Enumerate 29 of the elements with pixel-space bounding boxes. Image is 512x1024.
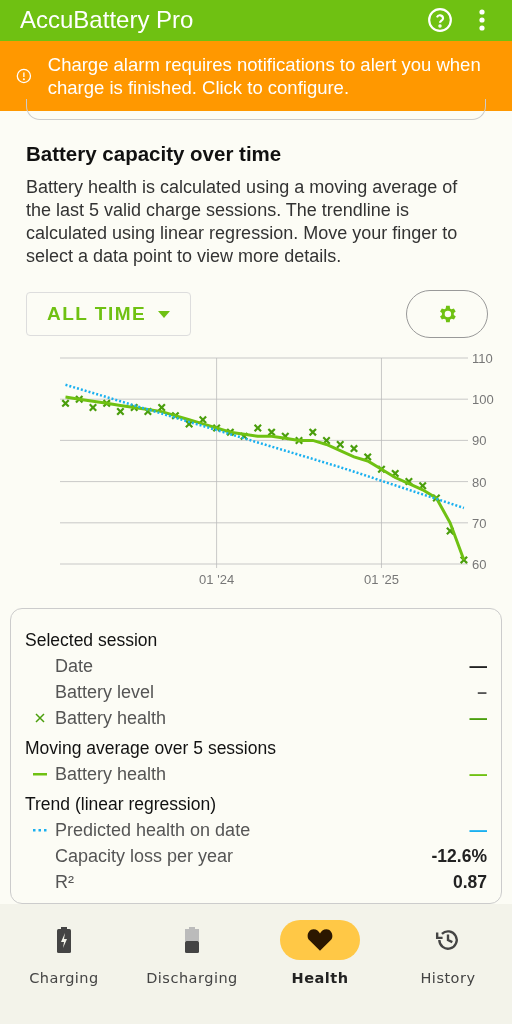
- legend-group-title: Moving average over 5 sessions: [25, 737, 277, 761]
- axis-label: 100: [472, 392, 494, 408]
- legend-value: —: [469, 707, 487, 729]
- app-title: AccuBattery Pro: [20, 6, 195, 35]
- legend-label: R²: [55, 871, 75, 893]
- axis-label: 80: [472, 474, 487, 490]
- legend-label: Battery health: [55, 763, 168, 785]
- legend-label: Capacity loss per year: [55, 845, 235, 867]
- legend-label: Battery level: [55, 681, 156, 703]
- legend-value: —: [469, 819, 487, 841]
- axis-label: 70: [472, 516, 487, 531]
- legend-value: —: [469, 655, 487, 677]
- legend-label: Battery health: [55, 707, 168, 729]
- legend-value: –: [477, 681, 487, 703]
- axis-label: 90: [472, 433, 487, 449]
- legend-label: Predicted health on date: [55, 819, 252, 841]
- axis-label: 01 '25: [363, 572, 399, 588]
- axis-label: 110: [472, 351, 493, 367]
- section-title: Battery capacity over time: [26, 142, 283, 167]
- axis-label: 60: [472, 557, 487, 573]
- legend-label: Date: [55, 655, 95, 677]
- legend-value: -12.6%: [431, 845, 487, 867]
- legend-value: 0.87: [452, 871, 487, 893]
- legend-value: —: [469, 763, 487, 785]
- banner-text: Charge alarm requires notifications to alert you when charge is finished. Click to configure.: [47, 52, 482, 99]
- legend-group-title: Trend (linear regression): [25, 793, 217, 817]
- legend-group-title: Selected session: [25, 629, 159, 653]
- section-description: Battery health is calculated using a moving average of the last 5 valid charge sessions. The trendline is calculated using linear regression. Move your finger to select a data point to view more details.: [26, 176, 459, 269]
- axis-label: 01 '24: [199, 572, 235, 588]
